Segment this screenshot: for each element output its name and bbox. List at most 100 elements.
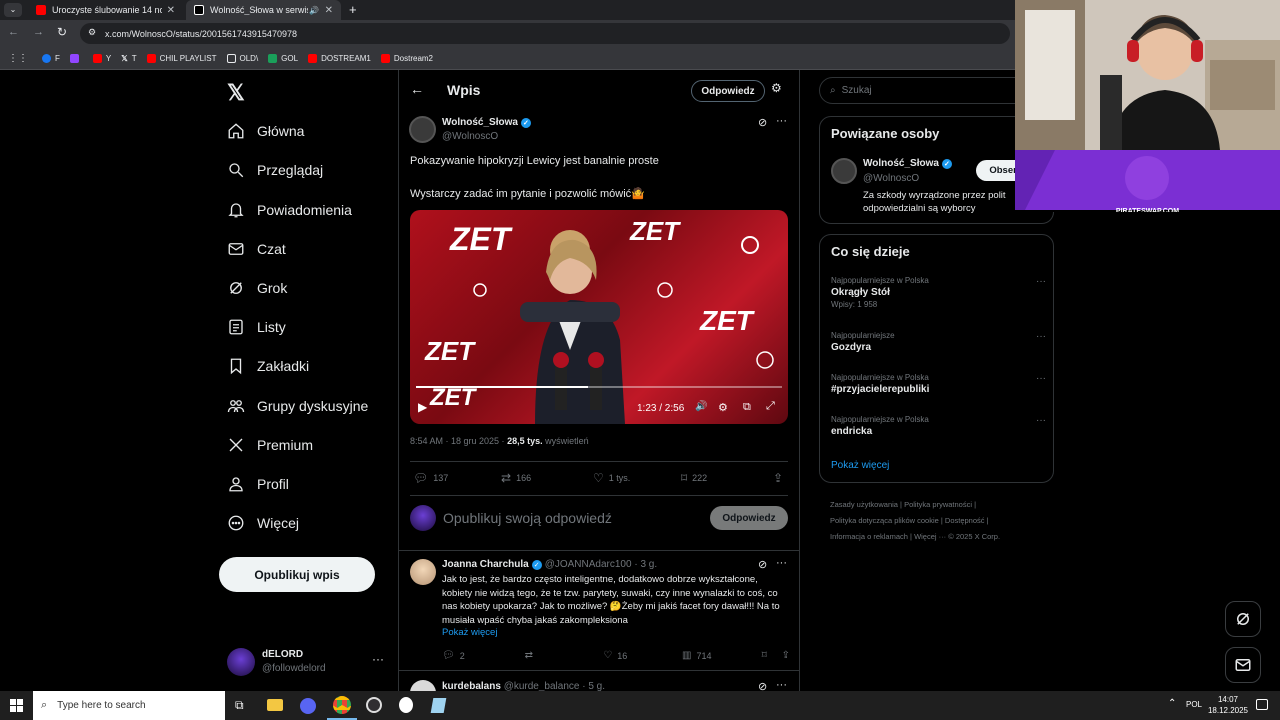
- bookmark-3[interactable]: Y: [92, 53, 111, 63]
- sidebar-item-grok[interactable]: Grok: [227, 279, 287, 297]
- video-player[interactable]: ZET ZET ZET ZET ZET ▶ 1:23 / 2:56 🔊 ⚙ ⧉ …: [410, 210, 788, 424]
- author-avatar[interactable]: [409, 116, 436, 143]
- video-progress-track[interactable]: [416, 386, 782, 388]
- repost-action[interactable]: ⇄: [525, 650, 604, 661]
- reply-author-name[interactable]: Joanna Charchula ✓ @JOANNAdarc100 · 3 g.: [442, 559, 657, 570]
- file-explorer-icon[interactable]: [267, 699, 283, 711]
- related-name[interactable]: Wolność_Słowa ✓: [863, 158, 952, 169]
- more-icon[interactable]: ···: [1036, 276, 1046, 287]
- new-tab-button[interactable]: +: [349, 2, 357, 17]
- bookmark-9[interactable]: Dostream2: [380, 53, 433, 63]
- trend-item[interactable]: Najpopularniejsze w Polska Okrągły Stół …: [831, 276, 1046, 309]
- reply-action[interactable]: 💬︎ 2: [442, 650, 525, 661]
- forward-icon[interactable]: →: [33, 26, 44, 38]
- chrome-icon[interactable]: [333, 696, 351, 714]
- bookmark-1[interactable]: F: [42, 53, 60, 63]
- more-icon[interactable]: ···: [776, 679, 787, 691]
- fullscreen-icon[interactable]: ⤢: [766, 400, 775, 413]
- post-button[interactable]: Opublikuj wpis: [219, 557, 375, 592]
- bookmark-2[interactable]: [69, 53, 83, 63]
- sidebar-item-premium[interactable]: Premium: [227, 436, 313, 454]
- reload-icon[interactable]: ↻: [57, 25, 67, 39]
- address-bar[interactable]: ⚙ x.com/WolnoscO/status/2001561743915470…: [80, 23, 1010, 44]
- browser-tab-1[interactable]: Uroczyste ślubowanie 14 nowy... ✕: [28, 0, 183, 20]
- reply-item[interactable]: kurdebalans @kurde_balance · 5 g. ⊘ ···: [399, 671, 799, 691]
- trend-item[interactable]: Najpopularniejsze w Polska endricka ···: [831, 415, 1046, 437]
- reply-submit-button[interactable]: Odpowiedz: [710, 506, 788, 530]
- bookmark-4[interactable]: 𝕏T: [121, 54, 136, 63]
- account-switcher[interactable]: dELORD @followdelord ···: [227, 646, 387, 678]
- more-icon[interactable]: ···: [1036, 331, 1046, 342]
- filter-icon[interactable]: ⚙: [771, 81, 782, 95]
- language-indicator[interactable]: POL: [1186, 700, 1202, 709]
- reply-input[interactable]: Opublikuj swoją odpowiedź: [443, 510, 612, 526]
- settings-icon[interactable]: ⚙: [718, 401, 728, 414]
- grok-icon[interactable]: ⊘: [758, 558, 767, 571]
- clock[interactable]: 14:07 18.12.2025: [1206, 694, 1250, 716]
- sidebar-item-explore[interactable]: Przeglądaj: [227, 161, 323, 179]
- tray-chevron-icon[interactable]: ⌃: [1168, 698, 1176, 709]
- close-tab-icon[interactable]: ✕: [325, 5, 333, 16]
- close-tab-icon[interactable]: ✕: [167, 5, 175, 16]
- sidebar-item-communities[interactable]: Grupy dyskusyjne: [227, 397, 368, 415]
- pip-icon[interactable]: ⧉: [743, 401, 751, 414]
- header-reply-button[interactable]: Odpowiedz: [691, 80, 765, 102]
- obs-icon[interactable]: [366, 697, 382, 713]
- messages-floating-button[interactable]: [1225, 647, 1261, 683]
- app-icon[interactable]: [399, 697, 413, 713]
- bookmark-icon[interactable]: ⌑: [762, 650, 782, 661]
- more-icon[interactable]: ···: [776, 557, 787, 569]
- bookmark-6[interactable]: OLD\: [226, 53, 258, 63]
- trend-item[interactable]: Najpopularniejsze Gozdyra ···: [831, 331, 1046, 353]
- sidebar-item-messages[interactable]: Czat: [227, 240, 286, 258]
- grok-icon[interactable]: ⊘: [758, 680, 767, 691]
- task-view-icon[interactable]: ⧉: [235, 698, 244, 713]
- notepad-icon[interactable]: [430, 698, 447, 713]
- more-icon[interactable]: ···: [1036, 415, 1046, 426]
- sidebar-item-notifications[interactable]: Powiadomienia: [227, 201, 352, 219]
- bookmark-7[interactable]: GOL: [268, 53, 298, 63]
- like-action[interactable]: ♡ 16: [603, 650, 682, 661]
- author-handle[interactable]: @WolnoscO: [442, 131, 498, 142]
- bookmark-8[interactable]: DOSTREAM1: [308, 53, 371, 63]
- back-icon[interactable]: ←: [8, 26, 19, 38]
- reply-author-avatar[interactable]: [410, 680, 436, 691]
- related-avatar[interactable]: [831, 158, 857, 184]
- sidebar-item-lists[interactable]: Listy: [227, 318, 286, 336]
- grok-icon[interactable]: ⊘: [758, 116, 767, 129]
- trend-item[interactable]: Najpopularniejsze w Polska #przyjacieler…: [831, 373, 1046, 395]
- apps-icon[interactable]: ⋮⋮: [8, 53, 28, 64]
- volume-icon[interactable]: 🔊: [695, 401, 707, 412]
- show-more-link[interactable]: Pokaż więcej: [831, 460, 889, 471]
- views-action[interactable]: ▥ 714: [682, 650, 762, 661]
- speaker-icon[interactable]: 🔊: [309, 6, 319, 15]
- play-icon[interactable]: ▶: [418, 400, 427, 414]
- reply-item[interactable]: Joanna Charchula ✓ @JOANNAdarc100 · 3 g.…: [399, 551, 799, 669]
- discord-icon[interactable]: [300, 698, 316, 714]
- reply-action[interactable]: 💬︎ 137: [413, 471, 501, 485]
- taskbar-search-input[interactable]: ⌕ Type here to search: [33, 691, 225, 720]
- author-name[interactable]: Wolność_Słowa ✓: [442, 117, 531, 128]
- sidebar-item-bookmarks[interactable]: Zakładki: [227, 357, 309, 375]
- more-icon[interactable]: ···: [1036, 373, 1046, 384]
- sidebar-item-home[interactable]: Główna: [227, 122, 304, 140]
- reply-author-avatar[interactable]: [410, 559, 436, 585]
- show-more-link[interactable]: Pokaż więcej: [442, 627, 497, 638]
- bookmark-action[interactable]: ⌑ 222: [681, 471, 773, 485]
- like-action[interactable]: ♡ 1 tys.: [593, 471, 681, 485]
- site-info-icon[interactable]: ⚙: [88, 27, 96, 38]
- notification-icon[interactable]: [1256, 699, 1268, 710]
- bookmark-5[interactable]: CHIL PLAYLIST: [146, 53, 217, 63]
- x-logo-icon[interactable]: 𝕏: [227, 80, 245, 106]
- start-button[interactable]: [10, 699, 23, 712]
- sidebar-item-more[interactable]: Więcej: [227, 514, 299, 532]
- share-icon[interactable]: ⇪: [773, 471, 783, 485]
- browser-tab-2[interactable]: Wolność_Słowa w serwisie 🔊 ✕: [186, 0, 341, 20]
- tab-list-button[interactable]: ⌄: [4, 3, 22, 17]
- sidebar-item-profile[interactable]: Profil: [227, 475, 289, 493]
- grok-floating-button[interactable]: [1225, 601, 1261, 637]
- share-icon[interactable]: ⇪: [782, 650, 790, 661]
- reply-author-name[interactable]: kurdebalans @kurde_balance · 5 g.: [442, 681, 605, 691]
- back-arrow-icon[interactable]: ←: [410, 81, 424, 97]
- repost-action[interactable]: ⇄ 166: [501, 471, 593, 485]
